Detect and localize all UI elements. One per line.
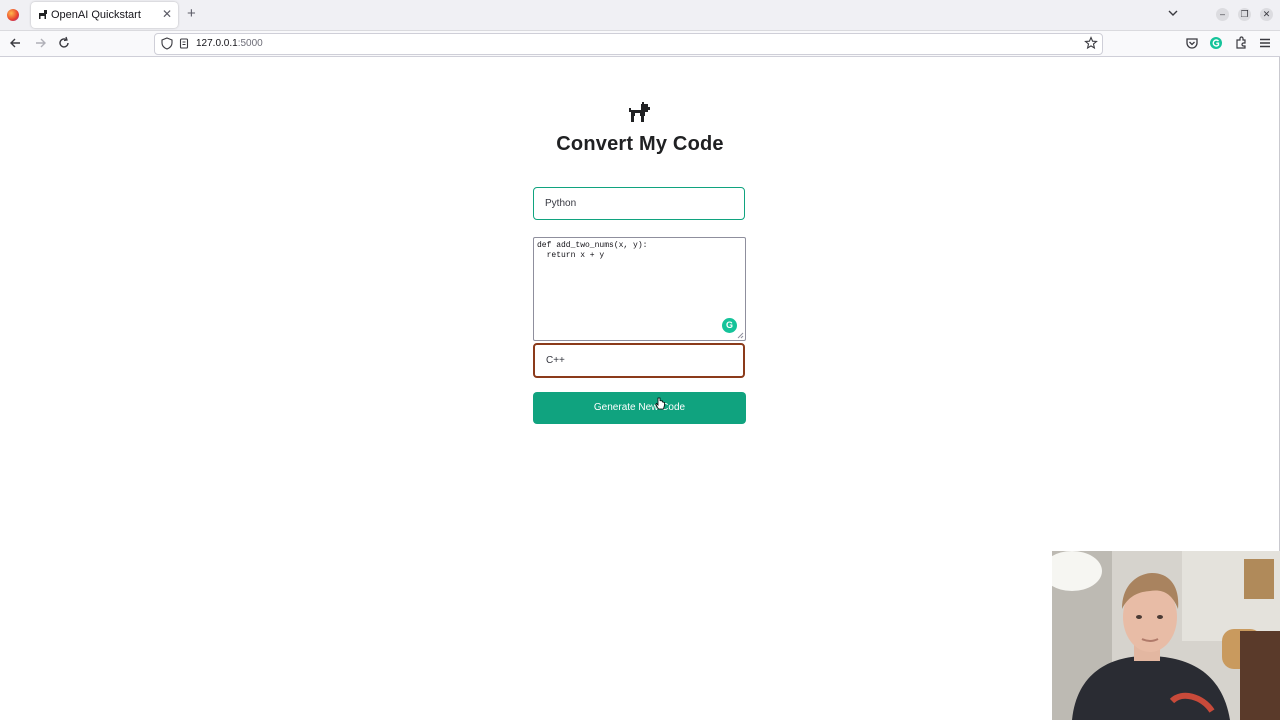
- grammarly-icon[interactable]: G: [722, 318, 737, 333]
- tab-title: OpenAI Quickstart: [51, 9, 141, 21]
- url-text[interactable]: 127.0.0.1:5000: [196, 38, 263, 49]
- minimize-icon[interactable]: –: [1216, 8, 1229, 21]
- tab-list-chevron-icon[interactable]: [1167, 7, 1179, 19]
- bookmark-star-icon[interactable]: [1084, 36, 1098, 50]
- browser-tab[interactable]: OpenAI Quickstart ✕: [31, 2, 178, 28]
- source-language-input[interactable]: [533, 187, 745, 220]
- close-window-icon[interactable]: ✕: [1260, 8, 1273, 21]
- pocket-icon[interactable]: [1184, 35, 1200, 51]
- reload-icon[interactable]: [56, 35, 72, 51]
- resize-grip-icon[interactable]: [737, 332, 744, 339]
- grammarly-extension-icon[interactable]: [1208, 35, 1224, 51]
- code-textarea[interactable]: def add_two_nums(x, y): return x + y G: [533, 237, 746, 341]
- new-tab-icon[interactable]: +: [187, 6, 196, 22]
- webcam-overlay: [1052, 551, 1280, 720]
- url-bar[interactable]: 127.0.0.1:5000: [154, 33, 1103, 55]
- browser-tab-bar: OpenAI Quickstart ✕ + – ❐ ✕: [0, 0, 1280, 31]
- page-title: Convert My Code: [556, 133, 724, 155]
- webcam-video-image: [1052, 551, 1280, 720]
- browser-nav-bar: 127.0.0.1:5000: [0, 31, 1280, 57]
- tab-close-icon[interactable]: ✕: [162, 7, 172, 21]
- forward-icon[interactable]: [32, 35, 48, 51]
- menu-icon[interactable]: [1257, 35, 1273, 51]
- extensions-icon[interactable]: [1233, 35, 1249, 51]
- dog-icon: [629, 102, 650, 122]
- code-text: def add_two_nums(x, y): return x + y: [537, 241, 648, 260]
- url-host: 127.0.0.1: [196, 38, 238, 49]
- shield-icon[interactable]: [161, 37, 173, 50]
- url-port: :5000: [237, 38, 263, 49]
- firefox-icon: [7, 9, 19, 21]
- dog-favicon-icon: [39, 10, 47, 19]
- restore-icon[interactable]: ❐: [1238, 8, 1251, 21]
- generate-new-code-button[interactable]: Generate New Code: [533, 392, 746, 424]
- page-info-icon[interactable]: [179, 38, 189, 49]
- back-icon[interactable]: [8, 35, 24, 51]
- target-language-input[interactable]: [533, 343, 745, 378]
- hand-cursor-icon: [655, 397, 665, 410]
